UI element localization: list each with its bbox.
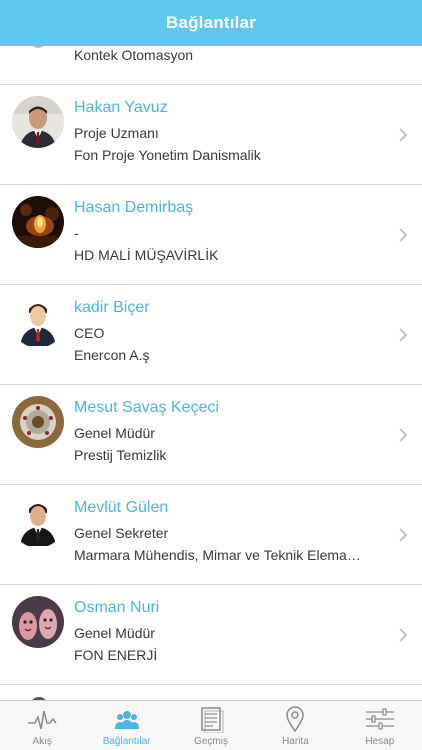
list-item[interactable] — [0, 685, 422, 700]
tab-label: Geçmiş — [194, 736, 228, 747]
contact-company: FON ENERJİ — [74, 647, 158, 663]
contact-company: Fon Proje Yonetim Danismalik — [74, 147, 261, 163]
map-pin-icon — [280, 705, 310, 733]
avatar — [12, 196, 64, 248]
contact-company: Enercon A.ş — [74, 347, 150, 363]
list-item[interactable]: Mevlüt Gülen Genel Sekreter Marmara Mühe… — [0, 485, 422, 585]
contact-name: kadir Biçer — [74, 299, 150, 316]
list-item[interactable]: Kontek Otomasyon — [0, 46, 422, 85]
contact-role: Genel Müdür — [74, 625, 155, 641]
contacts-list[interactable]: Kontek Otomasyon Hakan Yavuz Proje Uzman… — [0, 46, 422, 700]
contact-role: Genel Sekreter — [74, 525, 169, 541]
contact-role: - — [74, 225, 79, 241]
tab-label: Akış — [32, 736, 52, 747]
contact-name: Mevlüt Gülen — [74, 499, 169, 516]
list-item[interactable]: Hakan Yavuz Proje Uzmanı Fon Proje Yonet… — [0, 85, 422, 185]
list-item[interactable]: Osman Nuri Genel Müdür FON ENERJİ — [0, 585, 422, 685]
chevron-right-icon[interactable] — [398, 328, 408, 342]
avatar — [12, 296, 64, 348]
chevron-right-icon[interactable] — [398, 428, 408, 442]
avatar — [12, 496, 64, 548]
history-icon — [196, 705, 226, 733]
avatar — [12, 596, 64, 648]
page-title: Bağlantılar — [165, 13, 257, 32]
contact-role: Proje Uzmanı — [74, 125, 159, 141]
people-icon — [112, 705, 142, 733]
tab-bar: Akış Bağlantılar Geçmiş Harita Hesap — [0, 700, 422, 750]
avatar — [12, 96, 64, 148]
list-item[interactable]: Hasan Demirbaş - HD MALİ MÜŞAVİRLİK — [0, 185, 422, 285]
tab-label: Hesap — [365, 736, 395, 747]
settings-sliders-icon — [365, 705, 395, 733]
contact-name: Hakan Yavuz — [74, 99, 168, 116]
avatar — [12, 396, 64, 448]
chevron-right-icon[interactable] — [398, 128, 408, 142]
contact-company: Prestij Temizlik — [74, 447, 167, 463]
list-item[interactable]: kadir Biçer CEO Enercon A.ş — [0, 285, 422, 385]
chevron-right-icon[interactable] — [398, 628, 408, 642]
contact-company: Marmara Mühendis, Mimar ve Teknik Elema… — [74, 547, 361, 563]
contact-company: Kontek Otomasyon — [74, 47, 194, 63]
tab-history[interactable]: Geçmiş — [169, 701, 253, 750]
avatar — [30, 46, 46, 48]
tab-map[interactable]: Harita — [253, 701, 337, 750]
chevron-right-icon[interactable] — [398, 528, 408, 542]
nav-bar: Bağlantılar — [0, 0, 422, 46]
contact-company: HD MALİ MÜŞAVİRLİK — [74, 247, 219, 263]
tab-feed[interactable]: Akış — [0, 701, 84, 750]
tab-connections[interactable]: Bağlantılar — [84, 701, 168, 750]
contact-role: CEO — [74, 325, 105, 341]
list-item[interactable]: Mesut Savaş Keçeci Genel Müdür Prestij T… — [0, 385, 422, 485]
contact-name: Mesut Savaş Keçeci — [74, 399, 219, 416]
heartbeat-icon — [27, 705, 57, 733]
tab-label: Harita — [282, 736, 309, 747]
tab-label: Bağlantılar — [102, 736, 151, 747]
contact-role: Genel Müdür — [74, 425, 155, 441]
tab-account[interactable]: Hesap — [338, 701, 422, 750]
chevron-right-icon[interactable] — [398, 228, 408, 242]
contact-name: Hasan Demirbaş — [74, 199, 194, 216]
contact-name: Osman Nuri — [74, 599, 160, 616]
